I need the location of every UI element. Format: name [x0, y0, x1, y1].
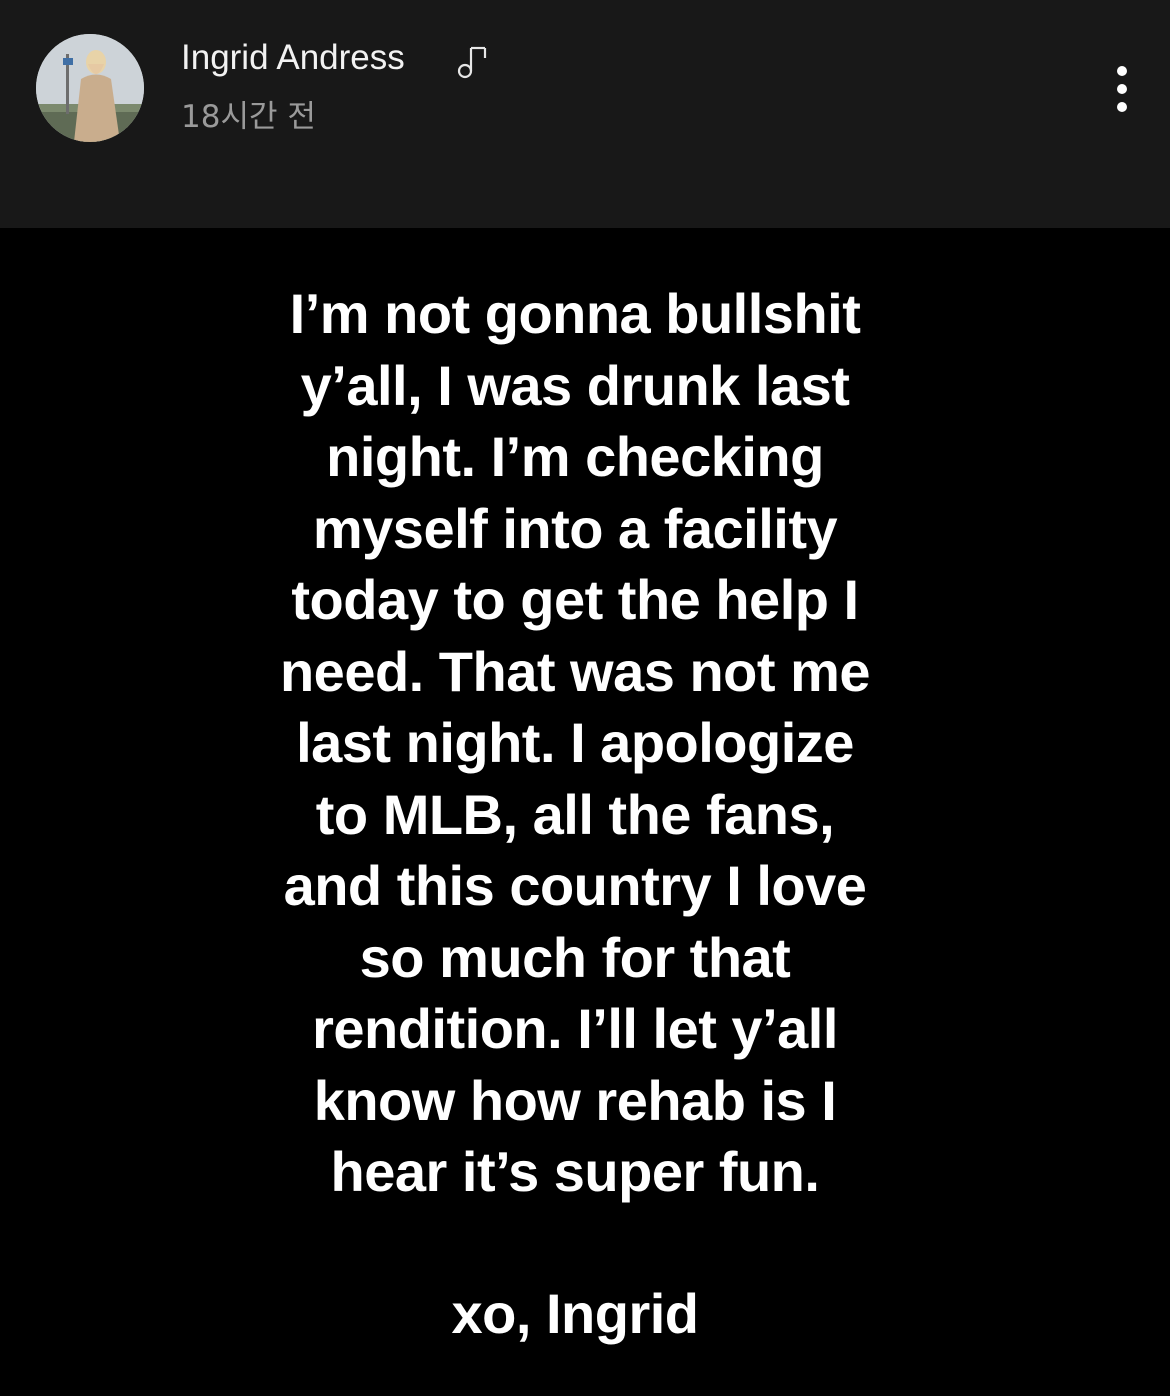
username[interactable]: Ingrid Andress	[181, 36, 405, 80]
profile-avatar[interactable]	[36, 34, 144, 142]
more-options-button[interactable]	[1100, 58, 1144, 120]
more-dot	[1117, 84, 1127, 94]
post-timestamp: 18시간 전	[181, 99, 316, 135]
story-message: I’m not gonna bullshit y’all, I was drun…	[279, 282, 871, 1203]
music-note-icon[interactable]	[452, 42, 492, 82]
story-header: Ingrid Andress 18시간 전	[0, 0, 1170, 228]
profile-photo	[36, 34, 144, 142]
story-content[interactable]: I’m not gonna bullshit y’all, I was drun…	[0, 228, 1170, 1396]
more-vertical-icon	[1117, 66, 1127, 76]
more-dot	[1117, 102, 1127, 112]
story-signoff: xo, Ingrid	[451, 1282, 700, 1345]
